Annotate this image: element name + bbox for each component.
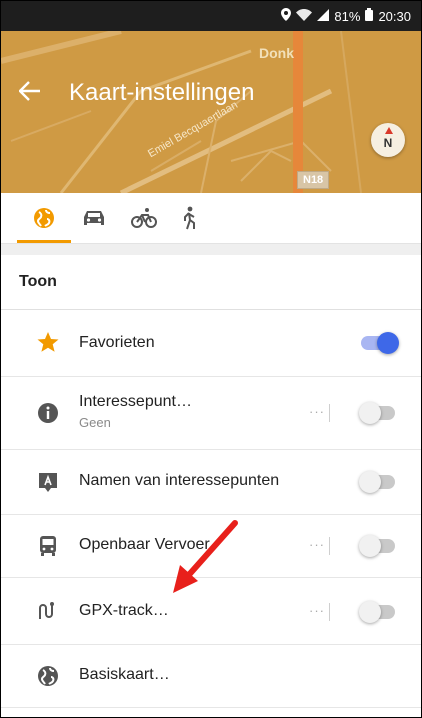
tab-browse-map[interactable] xyxy=(20,193,68,243)
info-icon xyxy=(38,403,58,423)
status-bar: 81% 20:30 xyxy=(1,1,421,31)
location-icon xyxy=(281,8,292,24)
pedestrian-icon xyxy=(184,206,195,230)
compass-label: N xyxy=(383,136,393,150)
clock: 20:30 xyxy=(378,8,411,24)
row-divider xyxy=(329,537,330,555)
signal-icon xyxy=(317,8,330,24)
gpx-track-toggle[interactable] xyxy=(359,600,399,624)
toggle-knob xyxy=(377,332,399,354)
toggle-knob xyxy=(359,601,381,623)
setting-row-public-transport[interactable]: Openbaar Vervoer ··· xyxy=(1,515,421,578)
setting-row-gpx-track[interactable]: GPX-track… ··· xyxy=(1,578,421,645)
map-header: Kaart-instellingen Donk Emiel Becquaertl… xyxy=(1,31,421,193)
row-divider xyxy=(329,404,330,422)
tab-pedestrian[interactable] xyxy=(165,193,213,243)
bicycle-icon xyxy=(131,208,157,228)
setting-row-poi[interactable]: Interessepunt… Geen ··· xyxy=(1,377,421,450)
section-header: Toon xyxy=(1,255,421,310)
more-options-icon[interactable]: ··· xyxy=(309,404,325,419)
setting-row-favorites[interactable]: Favorieten xyxy=(1,310,421,377)
poi-labels-toggle[interactable] xyxy=(359,470,399,494)
globe-icon xyxy=(34,208,54,228)
setting-row-base-map[interactable]: Basiskaart… xyxy=(1,645,421,708)
poi-label-icon xyxy=(39,473,57,492)
bus-icon xyxy=(40,536,56,556)
poi-toggle[interactable] xyxy=(359,401,399,425)
map-road-label: N18 xyxy=(297,171,330,189)
setting-label: Basiskaart… xyxy=(79,666,170,683)
star-icon xyxy=(37,332,59,352)
setting-label: Interessepunt… xyxy=(79,393,192,410)
setting-label: Namen van interessepunten xyxy=(79,472,280,489)
setting-label: Favorieten xyxy=(79,334,155,351)
setting-label: Openbaar Vervoer xyxy=(79,536,210,553)
public-transport-toggle[interactable] xyxy=(359,534,399,558)
setting-value: Geen xyxy=(79,415,111,430)
more-options-icon[interactable]: ··· xyxy=(309,603,325,618)
toggle-knob xyxy=(359,402,381,424)
setting-row-poi-labels[interactable]: Namen van interessepunten xyxy=(1,450,421,515)
section-gap xyxy=(1,244,421,255)
row-divider xyxy=(329,603,330,621)
app-screen: 81% 20:30 Kaart-instellingen Donk Emiel … xyxy=(0,0,422,718)
battery-icon xyxy=(365,8,374,24)
tab-bicycle[interactable] xyxy=(120,193,168,243)
map-place-label: Donk xyxy=(259,45,294,61)
more-options-icon[interactable]: ··· xyxy=(309,537,325,552)
tab-car[interactable] xyxy=(70,193,118,243)
battery-percent: 81% xyxy=(334,8,361,24)
setting-label: GPX-track… xyxy=(79,602,169,619)
globe-icon xyxy=(38,666,58,686)
car-icon xyxy=(84,211,104,225)
section-title: Toon xyxy=(19,273,57,290)
wifi-icon xyxy=(296,8,313,24)
compass-needle-icon xyxy=(385,127,393,134)
favorites-toggle[interactable] xyxy=(359,331,399,355)
route-icon xyxy=(39,602,54,619)
toggle-knob xyxy=(359,471,381,493)
tab-selected-indicator xyxy=(17,240,71,243)
compass-button[interactable]: N xyxy=(371,123,405,157)
toggle-knob xyxy=(359,535,381,557)
profile-tab-bar xyxy=(1,193,421,244)
